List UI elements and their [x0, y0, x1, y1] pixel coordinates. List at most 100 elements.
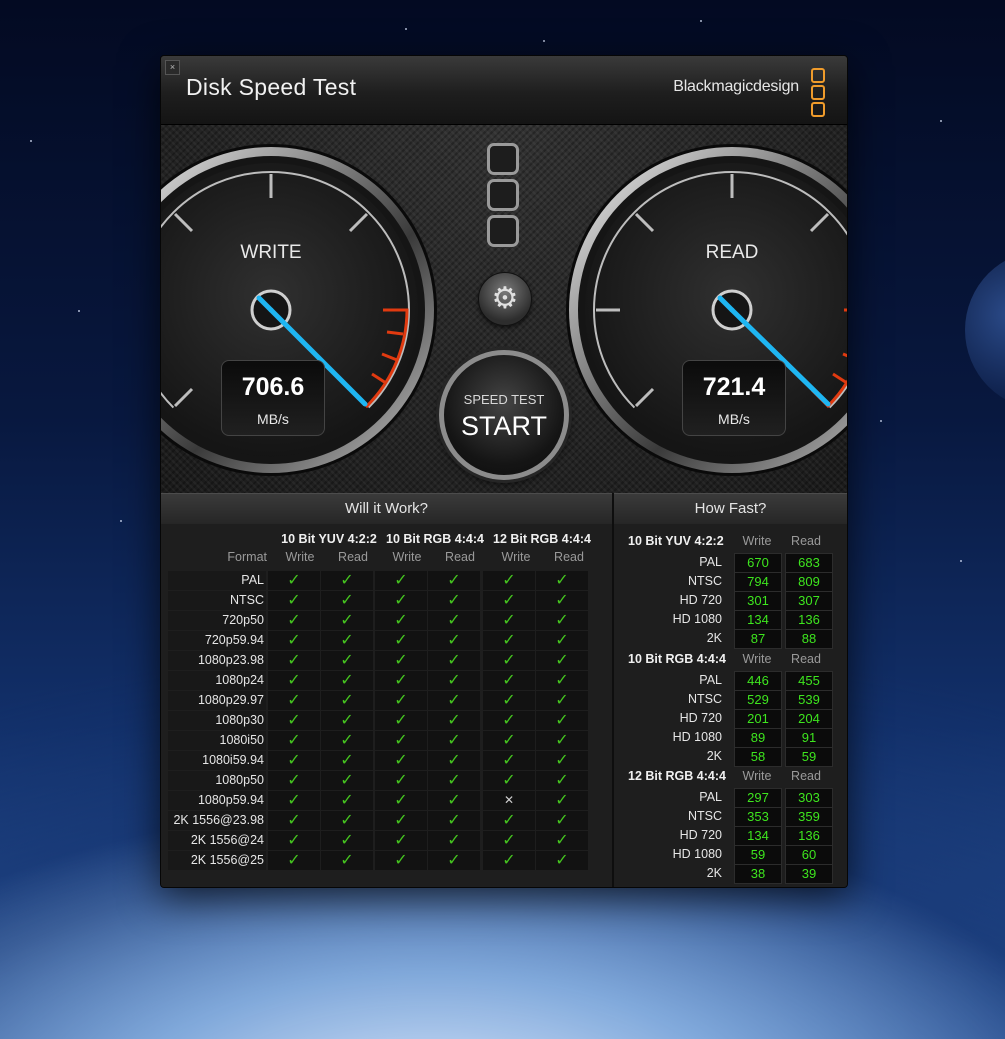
check-icon: ✓ — [268, 811, 320, 830]
format-name: 2K 1556@24 — [168, 831, 266, 850]
format-label: 1080i50 — [219, 733, 265, 747]
table-row: 1080p29.97 ✓ ✓ ✓ ✓ ✓ ✓ — [168, 691, 597, 711]
check-icon: ✓ — [321, 851, 373, 870]
read-fps-value: 303 — [785, 788, 833, 808]
check-icon: ✓ — [536, 731, 588, 750]
check-icon: ✓ — [375, 671, 427, 690]
write-fps-value: 670 — [734, 553, 782, 573]
check-icon: ✓ — [321, 631, 373, 650]
speed-row: HD 720 301 307 — [614, 591, 847, 611]
check-icon: ✓ — [428, 611, 480, 630]
read-column-header: Read — [554, 550, 584, 564]
check-icon: ✓ — [321, 791, 373, 810]
check-icon: ✓ — [375, 651, 427, 670]
speed-row-label: 2K — [706, 631, 722, 645]
write-column-header: Write — [501, 550, 531, 564]
check-icon: ✓ — [483, 851, 535, 870]
speed-row: HD 1080 89 91 — [614, 728, 847, 748]
will-it-work-panel: 10 Bit YUV 4:2:2 10 Bit RGB 4:4:4 12 Bit… — [161, 524, 612, 887]
read-speed-value: 721.4 — [702, 373, 766, 401]
speed-row: HD 720 134 136 — [614, 826, 847, 846]
speed-row-label: HD 720 — [679, 828, 722, 842]
check-icon: ✓ — [375, 611, 427, 630]
check-icon: ✓ — [375, 811, 427, 830]
speed-row-label: HD 1080 — [672, 730, 722, 744]
check-icon: ✓ — [321, 811, 373, 830]
write-label: WRITE — [240, 242, 302, 263]
app-window: × Disk Speed Test Blackmagicdesign WRITE… — [160, 55, 848, 888]
brand-name: Blackmagicdesign — [673, 78, 799, 95]
format-name: 1080p59.94 — [168, 791, 266, 810]
write-gauge: WRITE 706.6 MB/s — [161, 142, 439, 478]
read-column-header: Read — [791, 534, 821, 548]
table-row: 1080i50 ✓ ✓ ✓ ✓ ✓ ✓ — [168, 731, 597, 751]
check-icon: ✓ — [428, 811, 480, 830]
close-button[interactable]: × — [165, 60, 180, 75]
table-row: 2K 1556@24 ✓ ✓ ✓ ✓ ✓ ✓ — [168, 831, 597, 851]
write-fps-value: 59 — [734, 845, 782, 865]
blackmagic-logo-icon — [811, 68, 825, 119]
write-column-header: Write — [742, 534, 772, 548]
table-row: 1080i59.94 ✓ ✓ ✓ ✓ ✓ ✓ — [168, 751, 597, 771]
format-label: 1080i59.94 — [202, 753, 264, 767]
table-row: 1080p59.94 ✓ ✓ ✓ ✓ ✕ ✓ — [168, 791, 597, 811]
check-icon: ✓ — [428, 651, 480, 670]
check-icon: ✓ — [536, 611, 588, 630]
check-icon: ✓ — [268, 711, 320, 730]
check-icon: ✓ — [536, 591, 588, 610]
check-icon: ✓ — [536, 751, 588, 770]
compatibility-table: PAL ✓ ✓ ✓ ✓ ✓ ✓ NTSC ✓ ✓ ✓ ✓ ✓ ✓ 720p50 ✓ ✓ ✓ ✓ ✓ ✓ 720p59.94… — [168, 571, 597, 871]
how-fast-panel: 10 Bit YUV 4:2:2 Write Read PAL 670 683 NTSC 79… — [614, 524, 847, 887]
read-column-header: Read — [445, 550, 475, 564]
read-label: READ — [705, 242, 759, 263]
check-icon: ✓ — [268, 631, 320, 650]
read-fps-value: 539 — [785, 690, 833, 710]
speed-row: PAL 297 303 — [614, 788, 847, 808]
start-button-caption: SPEED TEST — [463, 392, 545, 407]
group-header: 10 Bit RGB 4:4:4 — [386, 532, 484, 546]
read-fps-value: 683 — [785, 553, 833, 573]
write-fps-value: 201 — [734, 709, 782, 729]
speed-row: 2K 87 88 — [614, 629, 847, 649]
check-icon: ✓ — [375, 691, 427, 710]
format-label: 1080p59.94 — [197, 793, 264, 807]
settings-button[interactable]: ⚙ — [478, 272, 532, 326]
format-label: 720p50 — [222, 613, 264, 627]
speed-row-label: HD 720 — [679, 711, 722, 725]
speed-row: 2K 58 59 — [614, 747, 847, 767]
write-fps-value: 297 — [734, 788, 782, 808]
table-row: 720p59.94 ✓ ✓ ✓ ✓ ✓ ✓ — [168, 631, 597, 651]
check-icon: ✓ — [483, 611, 535, 630]
write-fps-value: 353 — [734, 807, 782, 827]
check-icon: ✓ — [428, 691, 480, 710]
read-fps-value: 59 — [785, 747, 833, 767]
check-icon: ✓ — [428, 831, 480, 850]
speed-row-label: NTSC — [687, 692, 722, 706]
format-label: 1080p29.97 — [197, 693, 264, 707]
check-icon: ✓ — [321, 611, 373, 630]
read-column-header: Read — [791, 769, 821, 783]
read-fps-value: 359 — [785, 807, 833, 827]
check-icon: ✓ — [375, 631, 427, 650]
check-icon: ✓ — [428, 711, 480, 730]
check-icon: ✓ — [428, 571, 480, 590]
format-name: 720p59.94 — [168, 631, 266, 650]
format-name: PAL — [168, 571, 266, 590]
table-row: 2K 1556@23.98 ✓ ✓ ✓ ✓ ✓ ✓ — [168, 811, 597, 831]
speed-row-label: NTSC — [687, 574, 722, 588]
check-icon: ✓ — [483, 731, 535, 750]
format-name: 1080p50 — [168, 771, 266, 790]
check-icon: ✓ — [268, 691, 320, 710]
check-icon: ✓ — [268, 571, 320, 590]
read-fps-value: 88 — [785, 629, 833, 649]
format-name: 1080p24 — [168, 671, 266, 690]
read-fps-value: 39 — [785, 864, 833, 884]
check-icon: ✓ — [321, 571, 373, 590]
app-title: Disk Speed Test — [186, 74, 357, 100]
check-icon: ✓ — [483, 751, 535, 770]
start-button[interactable]: SPEED TEST START — [439, 350, 569, 480]
read-gauge: READ 721.4 MB/s — [564, 142, 847, 478]
check-icon: ✓ — [268, 771, 320, 790]
check-icon: ✓ — [321, 691, 373, 710]
check-icon: ✓ — [536, 691, 588, 710]
